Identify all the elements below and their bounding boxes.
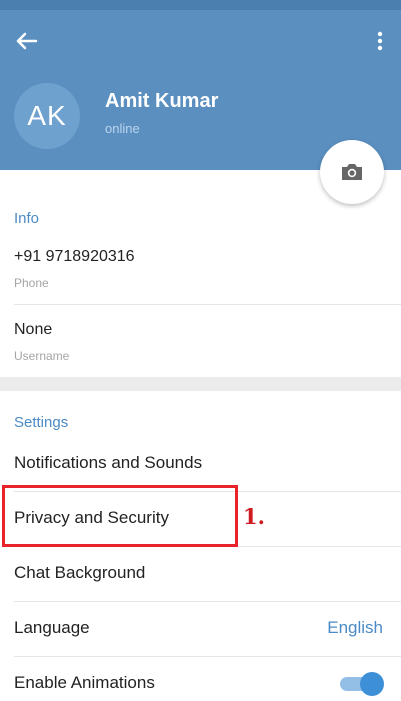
back-arrow-icon	[16, 32, 38, 50]
privacy-highlight-box	[2, 485, 238, 547]
phone-value[interactable]: +91 9718920316	[14, 248, 135, 266]
info-section-title: Info	[14, 210, 40, 227]
more-options-button[interactable]	[373, 28, 387, 54]
language-row[interactable]: Language English	[0, 602, 401, 656]
status-bar	[0, 0, 401, 10]
menu-label: Language	[14, 618, 90, 637]
toggle-thumb	[360, 672, 384, 696]
settings-content: Info +91 9718920316 Phone None Username …	[0, 170, 401, 701]
camera-icon	[342, 164, 362, 180]
chat-background-row[interactable]: Chat Background	[0, 547, 401, 601]
online-status: online	[105, 121, 140, 136]
divider	[14, 304, 401, 305]
set-photo-button[interactable]	[320, 140, 384, 204]
username-value[interactable]: None	[14, 321, 52, 339]
avatar[interactable]: AK	[14, 83, 80, 149]
phone-label: Phone	[14, 276, 49, 290]
profile-name: Amit Kumar	[105, 90, 219, 112]
enable-animations-row[interactable]: Enable Animations	[0, 657, 401, 701]
back-button[interactable]	[12, 28, 42, 54]
step-annotation: 1.	[243, 504, 265, 529]
notifications-and-sounds-row[interactable]: Notifications and Sounds	[0, 437, 401, 491]
animations-toggle[interactable]	[340, 671, 384, 697]
settings-section-title: Settings	[14, 414, 69, 431]
language-value: English	[327, 618, 383, 637]
section-separator	[0, 377, 401, 391]
more-vert-icon	[377, 31, 383, 51]
menu-label: Chat Background	[14, 563, 146, 582]
menu-label: Notifications and Sounds	[14, 453, 203, 472]
username-label: Username	[14, 349, 70, 363]
menu-label: Enable Animations	[14, 673, 155, 692]
